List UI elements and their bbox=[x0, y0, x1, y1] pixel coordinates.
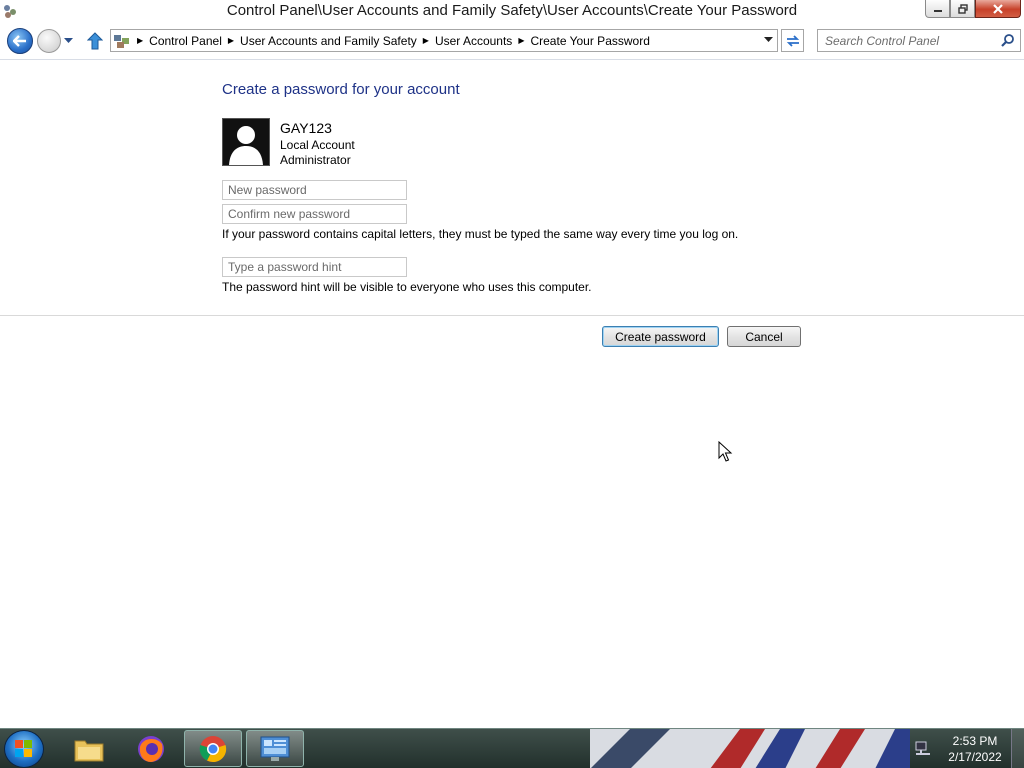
start-button[interactable] bbox=[4, 730, 44, 768]
capital-letters-note: If your password contains capital letter… bbox=[222, 227, 739, 241]
navigation-bar: ▶ Control Panel ▶ User Accounts and Fami… bbox=[0, 26, 1024, 58]
page-title: Create a password for your account bbox=[222, 81, 460, 98]
content-divider bbox=[0, 315, 1024, 316]
windows-logo-icon bbox=[15, 740, 32, 757]
breadcrumb-user-accounts-family-safety[interactable]: User Accounts and Family Safety bbox=[240, 34, 417, 48]
address-bar[interactable]: ▶ Control Panel ▶ User Accounts and Fami… bbox=[110, 29, 778, 52]
title-bar: Control Panel\User Accounts and Family S… bbox=[0, 0, 1024, 24]
network-icon[interactable] bbox=[914, 739, 932, 757]
search-box[interactable] bbox=[817, 29, 1021, 52]
breadcrumb-chevron-icon[interactable]: ▶ bbox=[137, 36, 143, 45]
window-title: Control Panel\User Accounts and Family S… bbox=[226, 2, 798, 19]
control-panel-icon bbox=[260, 736, 290, 761]
system-clock[interactable]: 2:53 PM 2/17/2022 bbox=[940, 733, 1010, 765]
confirm-password-field[interactable] bbox=[222, 204, 407, 224]
breadcrumb-chevron-icon[interactable]: ▶ bbox=[228, 36, 234, 45]
show-desktop-button[interactable] bbox=[1011, 729, 1024, 768]
account-name: GAY123 bbox=[280, 120, 332, 136]
avatar bbox=[222, 118, 270, 166]
refresh-button[interactable] bbox=[781, 29, 804, 52]
restore-button[interactable] bbox=[950, 0, 975, 18]
minimize-icon bbox=[933, 9, 942, 12]
mouse-pointer-icon bbox=[718, 441, 733, 462]
clock-time: 2:53 PM bbox=[952, 734, 998, 748]
search-input[interactable] bbox=[818, 30, 1005, 51]
search-icon[interactable] bbox=[1001, 33, 1016, 48]
close-icon bbox=[993, 3, 1003, 14]
breadcrumb-control-panel[interactable]: Control Panel bbox=[149, 34, 222, 48]
breadcrumb-create-your-password[interactable]: Create Your Password bbox=[530, 34, 649, 48]
refresh-icon bbox=[786, 34, 799, 47]
firefox-icon bbox=[138, 735, 164, 762]
password-hint-field[interactable] bbox=[222, 257, 407, 277]
new-password-field[interactable] bbox=[222, 180, 407, 200]
window-controls bbox=[925, 0, 1021, 18]
user-silhouette-icon bbox=[229, 126, 263, 165]
taskbar-google-chrome[interactable] bbox=[184, 730, 242, 767]
desktop-wallpaper-decoration bbox=[590, 729, 910, 768]
back-arrow-icon bbox=[13, 35, 26, 47]
breadcrumb-chevron-icon[interactable]: ▶ bbox=[423, 36, 429, 45]
taskbar-control-panel[interactable] bbox=[246, 730, 304, 767]
taskbar-firefox[interactable] bbox=[122, 730, 180, 767]
account-type: Local Account bbox=[280, 138, 355, 152]
create-password-button[interactable]: Create password bbox=[602, 326, 719, 347]
up-level-icon[interactable] bbox=[87, 32, 103, 50]
cancel-button[interactable]: Cancel bbox=[727, 326, 801, 347]
folder-icon bbox=[74, 740, 104, 761]
restore-icon bbox=[957, 3, 968, 14]
back-button[interactable] bbox=[7, 28, 33, 54]
address-history-dropdown-icon[interactable] bbox=[764, 37, 773, 43]
toolbar-divider bbox=[0, 59, 1024, 60]
minimize-button[interactable] bbox=[925, 0, 950, 18]
taskbar-windows-explorer[interactable] bbox=[60, 730, 118, 767]
forward-button[interactable] bbox=[37, 29, 61, 53]
hint-visibility-note: The password hint will be visible to eve… bbox=[222, 280, 592, 294]
account-role: Administrator bbox=[280, 153, 351, 167]
clock-date: 2/17/2022 bbox=[948, 750, 1002, 764]
breadcrumb-user-accounts[interactable]: User Accounts bbox=[435, 34, 512, 48]
recent-pages-dropdown-icon[interactable] bbox=[64, 38, 73, 44]
taskbar: 2:53 PM 2/17/2022 bbox=[0, 728, 1024, 768]
close-button[interactable] bbox=[975, 0, 1021, 18]
chrome-icon bbox=[199, 735, 227, 762]
breadcrumb-chevron-icon[interactable]: ▶ bbox=[518, 36, 524, 45]
control-panel-icon bbox=[114, 34, 129, 48]
